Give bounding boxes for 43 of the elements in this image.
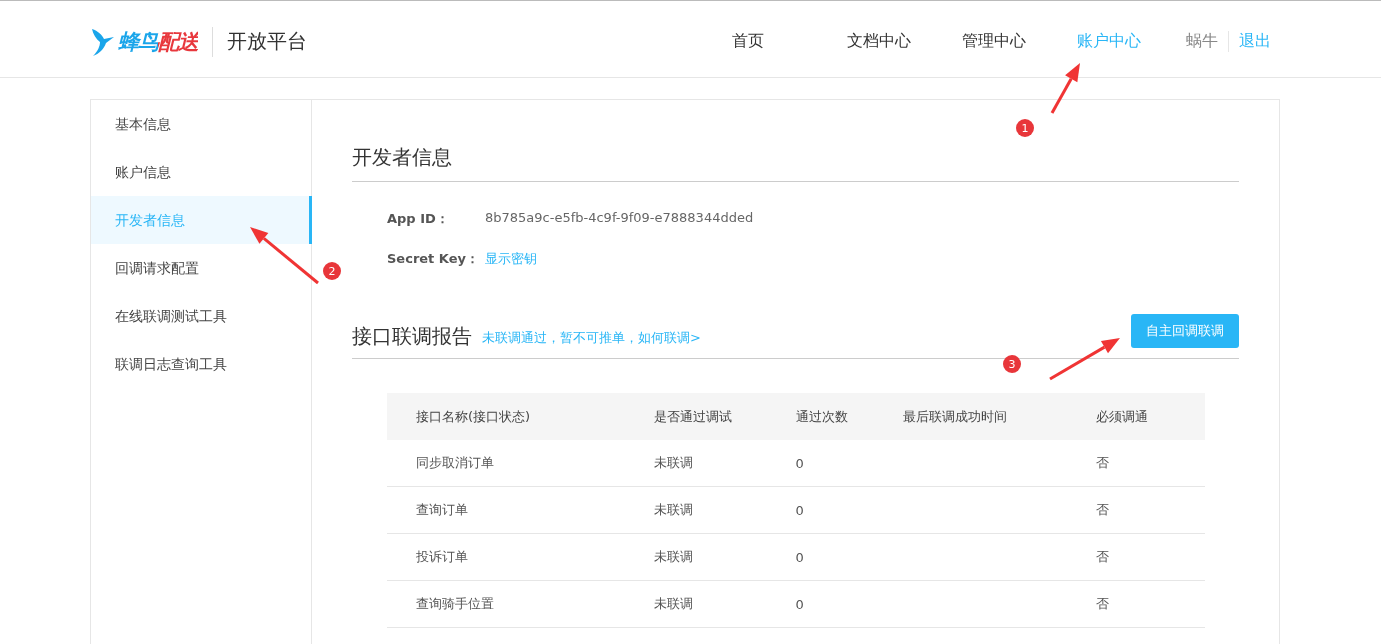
sidebar-item[interactable]: 联调日志查询工具 [91, 340, 311, 388]
section-title: 开发者信息 [352, 144, 1239, 182]
annotation-arrow [250, 227, 319, 285]
table-cell: 未联调 [653, 580, 795, 628]
section-title: 接口联调报告 [352, 323, 472, 350]
platform-title: 开放平台 [227, 28, 307, 55]
sidebar-item[interactable]: 回调请求配置 [91, 244, 311, 292]
field-label: Secret Key： [387, 250, 480, 268]
column-header: 通过次数 [794, 393, 902, 440]
column-header: 是否通过调试 [653, 393, 795, 440]
table-cell: 未联调 [653, 440, 795, 487]
table-cell: 查询订单 [387, 486, 654, 534]
table-cell: 否 [1095, 533, 1205, 581]
column-header: 接口名称(接口状态) [387, 393, 654, 440]
sidebar-item[interactable]: 在线联调测试工具 [91, 292, 311, 340]
nav-link[interactable]: 管理中心 [962, 31, 1077, 52]
field-value: 8b785a9c-e5fb-4c9f-9f09-e7888344dded [485, 210, 754, 227]
table-cell: 未联调 [653, 533, 795, 581]
field-label: App ID： [387, 210, 450, 228]
table-cell: 同步取消订单 [387, 440, 654, 487]
table-cell: 否 [1095, 486, 1205, 534]
nav-link[interactable]: 文档中心 [847, 31, 962, 52]
user-name: 蜗牛 [1186, 31, 1229, 52]
table-cell: 未联调 [653, 486, 795, 534]
sidebar-item[interactable]: 基本信息 [91, 100, 311, 148]
annotation-badge: 2 [323, 262, 341, 280]
table-cell: 查询骑手位置 [387, 580, 654, 628]
annotation-arrow [1049, 338, 1120, 381]
nav-link[interactable]: 首页 [732, 31, 847, 52]
table-cell: 否 [1095, 440, 1205, 487]
table-cell: 0 [794, 533, 902, 581]
sidebar-item[interactable]: 账户信息 [91, 148, 311, 196]
annotation-arrow [1050, 63, 1080, 114]
table-cell: 0 [794, 580, 902, 628]
table-cell: 投诉订单 [387, 533, 654, 581]
table-cell: 0 [794, 440, 902, 487]
column-header: 必须调通 [1095, 393, 1205, 440]
table-cell: 0 [794, 486, 902, 534]
annotation-badge: 1 [1016, 119, 1034, 137]
bird-icon [90, 26, 116, 57]
annotation-badge: 3 [1003, 355, 1021, 373]
table-cell: 否 [1095, 580, 1205, 628]
column-header: 最后联调成功时间 [901, 393, 1096, 440]
